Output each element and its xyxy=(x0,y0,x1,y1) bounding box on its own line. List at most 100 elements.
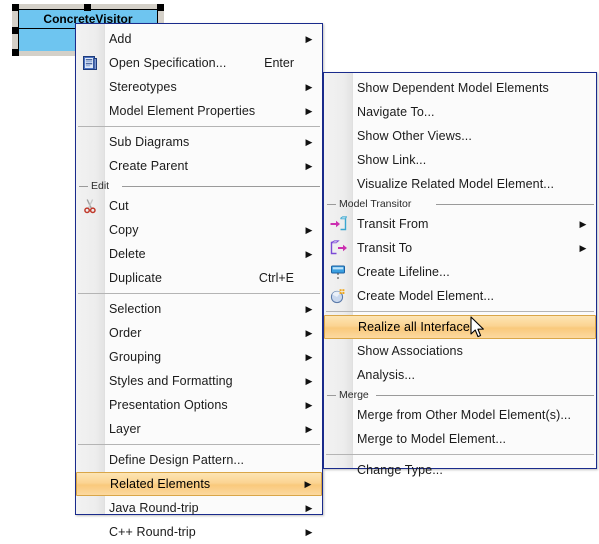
resize-handle-top-center[interactable] xyxy=(84,4,91,11)
menu-item-order[interactable]: Order ▶ xyxy=(76,321,322,345)
menu-item-duplicate[interactable]: Duplicate Ctrl+E xyxy=(76,266,322,290)
menu-group-label: Model Transitor xyxy=(339,198,412,210)
submenu-arrow-icon: ▶ xyxy=(304,478,312,489)
menu-item-transit-to[interactable]: Transit To ▶ xyxy=(324,236,596,260)
menu-item-label: Styles and Formatting xyxy=(109,374,233,388)
menu-item-merge-to-model-element[interactable]: Merge to Model Element... xyxy=(324,427,596,451)
specification-icon xyxy=(76,55,104,71)
menu-item-label: Add xyxy=(109,32,132,46)
menu-item-cut[interactable]: Cut xyxy=(76,194,322,218)
submenu-arrow-icon: ▶ xyxy=(305,502,313,513)
menu-item-label: Analysis... xyxy=(357,368,416,382)
menu-item-label: Merge to Model Element... xyxy=(357,432,507,446)
menu-item-label: Sub Diagrams xyxy=(109,135,190,149)
menu-item-delete[interactable]: Delete ▶ xyxy=(76,242,322,266)
menu-item-label: Create Parent xyxy=(109,159,189,173)
submenu-arrow-icon: ▶ xyxy=(305,248,313,259)
menu-item-label: Layer xyxy=(109,422,141,436)
menu-separator xyxy=(324,308,596,315)
menu-item-label: C++ Round-trip xyxy=(109,525,196,539)
submenu-arrow-icon: ▶ xyxy=(305,351,313,362)
menu-item-label: Cut xyxy=(109,199,129,213)
resize-handle-top-left[interactable] xyxy=(12,4,19,11)
resize-handle-middle-left[interactable] xyxy=(12,27,19,34)
model-element-context-menu[interactable]: Add ▶ Open Specification... Enter Stereotype… xyxy=(75,23,323,539)
menu-item-navigate-to[interactable]: Navigate To... xyxy=(324,100,596,124)
resize-handle-top-right[interactable] xyxy=(157,4,164,11)
menu-item-label: Navigate To... xyxy=(357,105,435,119)
menu-item-label: Model Element Properties xyxy=(109,104,256,118)
model-element-icon xyxy=(324,288,352,304)
menu-item-analysis[interactable]: Analysis... xyxy=(324,363,596,387)
submenu-arrow-icon: ▶ xyxy=(579,218,587,229)
menu-item-related-elements[interactable]: Related Elements ▶ xyxy=(76,472,322,496)
menu-item-c-round-trip[interactable]: C++ Round-trip ▶ xyxy=(76,520,322,544)
menu-item-shortcut: Ctrl+E xyxy=(258,271,294,285)
menu-item-define-design-pattern[interactable]: Define Design Pattern... xyxy=(76,448,322,472)
menu-item-label: Stereotypes xyxy=(109,80,177,94)
menu-item-label: Realize all Interfaces xyxy=(358,320,477,334)
submenu-arrow-icon: ▶ xyxy=(305,160,313,171)
submenu-arrow-icon: ▶ xyxy=(305,136,313,147)
menu-item-label: Transit To xyxy=(357,241,413,255)
menu-item-label: Order xyxy=(109,326,142,340)
submenu-arrow-icon: ▶ xyxy=(579,242,587,253)
transit-to-icon xyxy=(324,240,352,256)
menu-item-sub-diagrams[interactable]: Sub Diagrams ▶ xyxy=(76,130,322,154)
menu-item-change-type[interactable]: Change Type... xyxy=(324,458,596,482)
menu-item-stereotypes[interactable]: Stereotypes ▶ xyxy=(76,75,322,99)
menu-item-label: Define Design Pattern... xyxy=(109,453,245,467)
menu-item-create-parent[interactable]: Create Parent ▶ xyxy=(76,154,322,178)
menu-item-open-specification[interactable]: Open Specification... Enter xyxy=(76,51,322,75)
menu-item-copy[interactable]: Copy ▶ xyxy=(76,218,322,242)
menu-item-label: Show Associations xyxy=(357,344,463,358)
menu-item-create-model-element[interactable]: Create Model Element... xyxy=(324,284,596,308)
menu-item-presentation-options[interactable]: Presentation Options ▶ xyxy=(76,393,322,417)
menu-item-styles-and-formatting[interactable]: Styles and Formatting ▶ xyxy=(76,369,322,393)
menu-group-separator: Merge xyxy=(324,388,596,403)
menu-item-show-link[interactable]: Show Link... xyxy=(324,148,596,172)
menu-item-label: Merge from Other Model Element(s)... xyxy=(357,408,572,422)
menu-item-label: Open Specification... xyxy=(109,56,227,70)
submenu-arrow-icon: ▶ xyxy=(305,375,313,386)
menu-separator xyxy=(76,290,322,297)
menu-item-show-dependent-model-elements[interactable]: Show Dependent Model Elements xyxy=(324,76,596,100)
menu-item-show-other-views[interactable]: Show Other Views... xyxy=(324,124,596,148)
menu-item-label: Create Lifeline... xyxy=(357,265,450,279)
menu-item-realize-all-interfaces[interactable]: Realize all Interfaces xyxy=(324,315,596,339)
submenu-arrow-icon: ▶ xyxy=(305,423,313,434)
menu-group-label: Merge xyxy=(339,389,369,401)
menu-item-show-associations[interactable]: Show Associations xyxy=(324,339,596,363)
menu-item-label: Visualize Related Model Element... xyxy=(357,177,555,191)
scissors-icon xyxy=(76,198,104,214)
menu-item-label: Show Link... xyxy=(357,153,427,167)
menu-item-label: Transit From xyxy=(357,217,429,231)
menu-item-transit-from[interactable]: Transit From ▶ xyxy=(324,212,596,236)
menu-item-label: Java Round-trip xyxy=(109,501,199,515)
menu-item-add[interactable]: Add ▶ xyxy=(76,27,322,51)
menu-item-label: Presentation Options xyxy=(109,398,228,412)
submenu-arrow-icon: ▶ xyxy=(305,327,313,338)
menu-item-merge-from-other-model-element-s[interactable]: Merge from Other Model Element(s)... xyxy=(324,403,596,427)
menu-item-layer[interactable]: Layer ▶ xyxy=(76,417,322,441)
menu-item-label: Related Elements xyxy=(110,477,211,491)
menu-item-label: Change Type... xyxy=(357,463,443,477)
menu-item-label: Grouping xyxy=(109,350,162,364)
menu-item-create-lifeline[interactable]: Create Lifeline... xyxy=(324,260,596,284)
menu-item-grouping[interactable]: Grouping ▶ xyxy=(76,345,322,369)
menu-group-label: Edit xyxy=(91,180,110,192)
menu-item-label: Copy xyxy=(109,223,139,237)
menu-item-java-round-trip[interactable]: Java Round-trip ▶ xyxy=(76,496,322,520)
menu-item-label: Create Model Element... xyxy=(357,289,495,303)
menu-group-separator: Edit xyxy=(76,179,322,194)
menu-item-label: Show Other Views... xyxy=(357,129,472,143)
menu-item-selection[interactable]: Selection ▶ xyxy=(76,297,322,321)
menu-item-label: Delete xyxy=(109,247,146,261)
menu-item-visualize-related-model-element[interactable]: Visualize Related Model Element... xyxy=(324,172,596,196)
submenu-arrow-icon: ▶ xyxy=(305,81,313,92)
menu-item-model-element-properties[interactable]: Model Element Properties ▶ xyxy=(76,99,322,123)
submenu-arrow-icon: ▶ xyxy=(305,303,313,314)
related-elements-submenu[interactable]: Show Dependent Model Elements Navigate To… xyxy=(323,72,597,477)
menu-item-label: Show Dependent Model Elements xyxy=(357,81,549,95)
resize-handle-bottom-left[interactable] xyxy=(12,49,19,56)
